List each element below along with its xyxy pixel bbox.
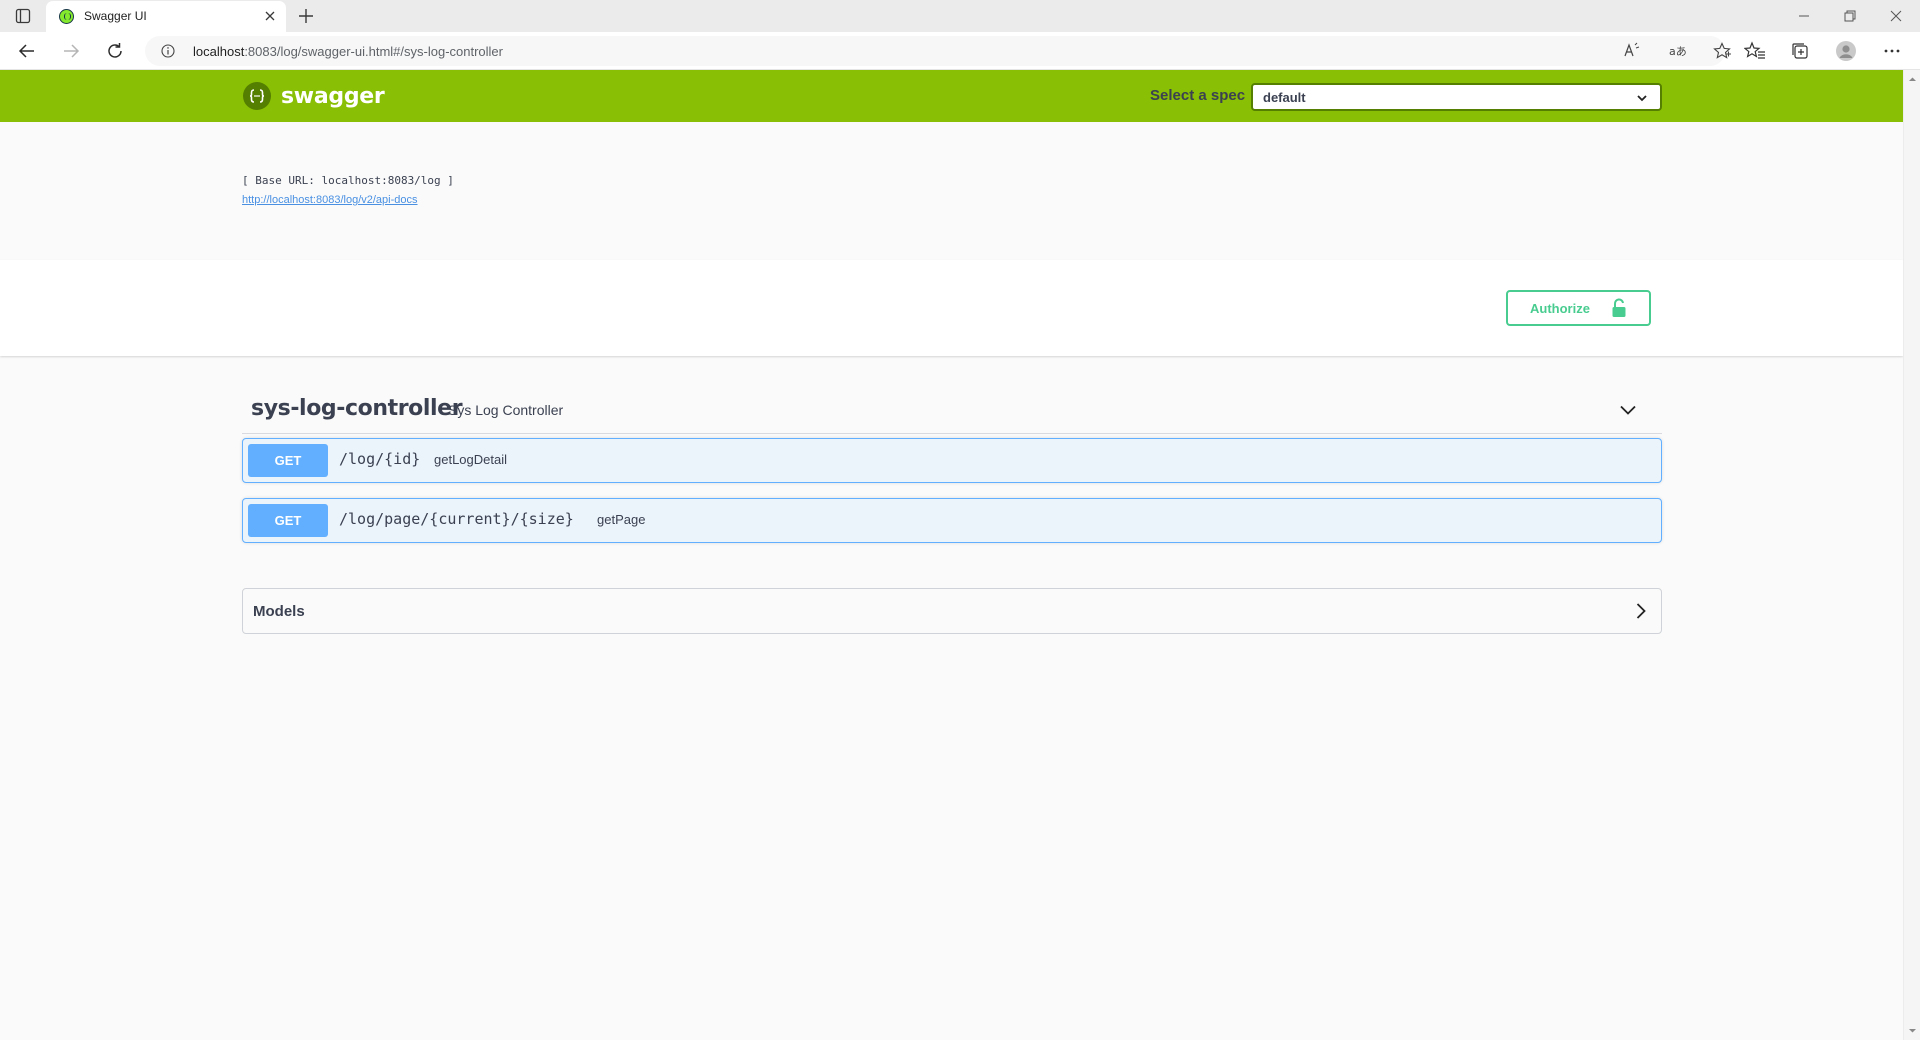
api-docs-link[interactable]: http://localhost:8083/log/v2/api-docs xyxy=(242,194,418,206)
page-scrollbar[interactable] xyxy=(1903,70,1920,1040)
browser-tab[interactable]: Swagger UI xyxy=(46,1,286,32)
refresh-icon[interactable] xyxy=(104,40,126,62)
favorites-icon[interactable] xyxy=(1743,40,1766,62)
minimize-icon[interactable] xyxy=(1794,6,1814,26)
browser-toolbar: localhost:8083/log/swagger-ui.html#/sys-… xyxy=(0,32,1920,70)
swagger-logo-icon xyxy=(243,82,271,110)
unlock-icon xyxy=(1611,298,1627,318)
close-window-icon[interactable] xyxy=(1886,6,1906,26)
method-badge: GET xyxy=(248,444,328,477)
operation-summary: getPage xyxy=(597,512,646,527)
chevron-right-icon[interactable] xyxy=(1631,601,1651,621)
close-tab-icon[interactable] xyxy=(262,8,278,24)
new-tab-icon[interactable] xyxy=(296,6,316,26)
more-menu-icon[interactable] xyxy=(1881,40,1903,62)
tag-section-header[interactable]: sys-log-controller Sys Log Controller xyxy=(242,388,1662,434)
swagger-favicon-icon xyxy=(59,9,74,24)
base-url: [ Base URL: localhost:8083/log ] xyxy=(242,174,454,187)
swagger-topbar: swagger Select a spec default xyxy=(0,70,1903,122)
scheme-container: Authorize xyxy=(0,260,1903,356)
translate-icon[interactable]: aあ xyxy=(1667,41,1687,61)
restore-icon[interactable] xyxy=(1840,6,1860,26)
operation-path: /log/page/{current}/{size} xyxy=(339,510,574,528)
operation-get-log-detail[interactable]: GET /log/{id} getLogDetail xyxy=(242,438,1662,483)
api-info: [ Base URL: localhost:8083/log ] http://… xyxy=(242,174,454,206)
back-icon[interactable] xyxy=(16,40,38,62)
operation-summary: getLogDetail xyxy=(434,452,507,467)
url-text[interactable]: localhost:8083/log/swagger-ui.html#/sys-… xyxy=(193,44,503,59)
forward-icon[interactable] xyxy=(60,40,82,62)
tag-name: sys-log-controller xyxy=(251,396,463,421)
method-badge: GET xyxy=(248,504,328,537)
authorize-label: Authorize xyxy=(1530,301,1590,316)
models-title: Models xyxy=(253,603,305,620)
favorite-star-icon[interactable] xyxy=(1712,41,1732,61)
spec-select-value: default xyxy=(1263,90,1306,105)
tag-description: Sys Log Controller xyxy=(448,402,564,418)
authorize-button[interactable]: Authorize xyxy=(1506,290,1651,326)
operation-get-page[interactable]: GET /log/page/{current}/{size} getPage xyxy=(242,498,1662,543)
address-bar[interactable]: localhost:8083/log/swagger-ui.html#/sys-… xyxy=(145,36,1731,66)
browser-tab-bar: Swagger UI xyxy=(0,0,1920,32)
tab-actions-icon[interactable] xyxy=(14,7,32,25)
collections-icon[interactable] xyxy=(1789,40,1811,62)
swagger-logo-text: swagger xyxy=(281,84,385,109)
site-info-icon[interactable] xyxy=(161,44,175,58)
read-aloud-icon[interactable] xyxy=(1622,41,1642,61)
models-section[interactable]: Models xyxy=(242,588,1662,634)
profile-avatar-icon[interactable] xyxy=(1835,40,1857,62)
swagger-page: swagger Select a spec default [ Base URL… xyxy=(0,70,1903,1040)
select-spec-label: Select a spec xyxy=(1150,87,1246,104)
tab-title: Swagger UI xyxy=(84,9,147,23)
chevron-down-icon xyxy=(1636,91,1648,103)
spec-select[interactable]: default xyxy=(1251,83,1662,111)
chevron-down-icon[interactable] xyxy=(1618,400,1638,420)
operation-path: /log/{id} xyxy=(339,450,421,468)
svg-text:aあ: aあ xyxy=(1669,45,1687,58)
